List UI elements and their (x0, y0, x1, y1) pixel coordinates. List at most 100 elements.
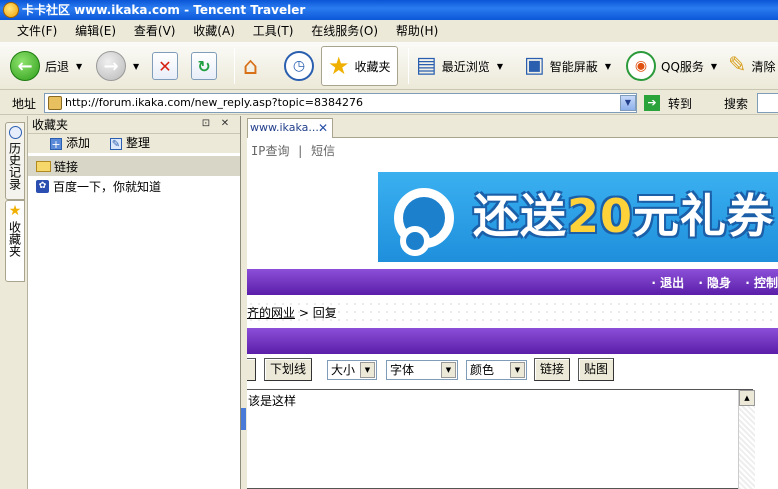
toolbar-separator (234, 48, 235, 84)
tab-history[interactable]: 历史记录 (5, 122, 25, 200)
broom-icon: ✎ (728, 53, 747, 78)
refresh-button[interactable]: ↻ (191, 46, 217, 86)
organize-icon: ✎ (110, 137, 122, 150)
close-tab-icon[interactable]: ✕ (318, 119, 328, 137)
site-favicon-icon (48, 96, 62, 110)
menu-online-services[interactable]: 在线服务(O) (304, 20, 385, 42)
back-button[interactable]: ← 后退 ▼ (10, 46, 82, 86)
forward-arrow-icon: → (96, 51, 126, 81)
invisible-link[interactable]: · 隐身 (698, 276, 731, 290)
address-dropdown-arrow-icon[interactable]: ▼ (620, 95, 636, 111)
tab-favorites[interactable]: ★ 收藏夹 (5, 200, 25, 282)
block-window-icon: ▣ (524, 53, 545, 78)
menu-edit[interactable]: 编辑(E) (68, 20, 123, 42)
splitter-collapse-handle[interactable] (241, 408, 246, 430)
font-dropdown-arrow-icon: ▼ (441, 362, 456, 378)
menu-favorites[interactable]: 收藏(A) (186, 20, 242, 42)
smart-block-button[interactable]: ▣ 智能屏蔽 ▼ (524, 46, 611, 86)
color-dropdown-arrow-icon: ▼ (510, 362, 525, 378)
address-input[interactable]: http://forum.ikaka.com/new_reply.asp?top… (44, 93, 637, 113)
stop-icon: ✕ (152, 52, 178, 80)
clear-traces-button[interactable]: ✎ 清除 (728, 46, 775, 86)
forward-dropdown-arrow-icon[interactable]: ▼ (133, 62, 139, 71)
add-icon: + (50, 137, 62, 151)
qq-dropdown-arrow-icon[interactable]: ▼ (711, 62, 717, 71)
insert-link-button[interactable]: 链接 (534, 358, 571, 381)
reply-section-bar (247, 328, 778, 354)
side-tab-strip: 历史记录 ★ 收藏夹 (0, 116, 28, 489)
recent-browsing-button[interactable]: ▤ 最近浏览 ▼ (416, 46, 503, 86)
menu-tools[interactable]: 工具(T) (246, 20, 301, 42)
breadcrumb-current: 回复 (312, 306, 337, 320)
insert-image-button[interactable]: 贴图 (578, 358, 615, 381)
back-arrow-icon: ← (10, 51, 40, 81)
page-tab[interactable]: www.ikaka.... ✕ (247, 118, 333, 138)
promo-banner[interactable]: 还送20元礼券 (378, 172, 778, 262)
header-links: · 退出 · 隐身 · 控制 (641, 274, 778, 291)
address-bar: 地址 http://forum.ikaka.com/new_reply.asp?… (0, 91, 778, 115)
close-panel-icon[interactable]: ✕ (218, 118, 232, 131)
forward-button[interactable]: → ▼ (96, 46, 139, 86)
breadcrumb-forum-link[interactable]: 齐的网业 (247, 306, 295, 320)
favorites-panel: 收藏夹 ⊡ ✕ + 添加 ✎ 整理 链接 ✿ 百度一下，你就知道 (28, 116, 241, 489)
folder-icon (36, 160, 51, 172)
window-title-bar: 卡卡社区 www.ikaka.com - Tencent Traveler (0, 0, 778, 20)
editor-scrollbar[interactable]: ▲ (738, 390, 755, 489)
page-tab-strip: www.ikaka.... ✕ (247, 116, 778, 138)
font-family-select[interactable]: 字体 ▼ (386, 360, 458, 380)
banner-headline: 还送20元礼券 (473, 189, 775, 243)
underline-button[interactable]: 下划线 (264, 358, 313, 381)
qq-service-button[interactable]: ◉ QQ服务 ▼ (626, 46, 717, 86)
address-label: 地址 (12, 97, 37, 111)
favorites-panel-title: 收藏夹 (32, 118, 69, 132)
favorites-star-icon: ★ (8, 203, 22, 219)
block-dropdown-arrow-icon[interactable]: ▼ (605, 62, 611, 71)
history-clock-icon (8, 126, 22, 139)
toolbar-separator (408, 48, 409, 84)
window-title: 卡卡社区 www.ikaka.com - Tencent Traveler (22, 3, 306, 17)
menu-file[interactable]: 文件(F) (10, 20, 64, 42)
recent-dropdown-arrow-icon[interactable]: ▼ (497, 62, 503, 71)
scroll-up-arrow-icon[interactable]: ▲ (739, 390, 755, 406)
stop-button[interactable]: ✕ (152, 46, 178, 86)
breadcrumb: 齐的网业 > 回复 (247, 300, 778, 326)
go-button[interactable]: 转到 (668, 95, 692, 112)
go-arrow-icon[interactable]: ➔ (644, 95, 660, 111)
reply-textarea[interactable]: 该是这样 (247, 389, 753, 489)
favorites-folder-links[interactable]: 链接 (28, 156, 240, 176)
home-icon: ⌂ (243, 52, 259, 80)
breadcrumb-separator: > (298, 306, 309, 320)
recent-pages-icon: ▤ (416, 53, 437, 78)
baidu-paw-icon: ✿ (36, 179, 49, 193)
site-header-bar: · 退出 · 隐身 · 控制 (247, 269, 778, 295)
favorites-button[interactable]: ★ 收藏夹 (321, 46, 398, 86)
control-panel-link[interactable]: · 控制 (745, 276, 778, 290)
site-top-nav[interactable]: IP查询 | 短信 (251, 142, 335, 159)
menu-bar: 文件(F) 编辑(E) 查看(V) 收藏(A) 工具(T) 在线服务(O) 帮助… (0, 20, 778, 42)
clock-icon: ◷ (284, 51, 314, 81)
favorites-item-baidu[interactable]: ✿ 百度一下，你就知道 (28, 176, 240, 196)
web-content: www.ikaka.... ✕ IP查询 | 短信 还送20元礼券 · 退出 ·… (247, 116, 778, 489)
banner-logo-small-icon (400, 226, 430, 256)
favorites-list: 链接 ✿ 百度一下，你就知道 (28, 153, 240, 196)
home-button[interactable]: ⌂ (243, 46, 258, 86)
menu-view[interactable]: 查看(V) (127, 20, 183, 42)
font-color-select[interactable]: 颜色 ▼ (466, 360, 527, 380)
editor-button-partial[interactable]: ： (247, 358, 256, 381)
favorites-panel-header: 收藏夹 ⊡ ✕ (28, 116, 240, 134)
menu-help[interactable]: 帮助(H) (389, 20, 445, 42)
history-button[interactable]: ◷ (284, 46, 314, 86)
search-input[interactable] (757, 93, 778, 113)
back-dropdown-arrow-icon[interactable]: ▼ (76, 62, 82, 71)
size-dropdown-arrow-icon: ▼ (360, 362, 375, 378)
organize-favorites-button[interactable]: ✎ 整理 (110, 134, 150, 153)
add-favorite-button[interactable]: + 添加 (50, 134, 90, 153)
main-toolbar: ← 后退 ▼ → ▼ ✕ ↻ ⌂ ◷ ★ 收藏夹 ▤ 最近浏览 ▼ ▣ 智能屏蔽… (0, 42, 778, 90)
tencent-traveler-app-icon (3, 2, 19, 18)
star-icon: ★ (328, 52, 350, 80)
font-size-select[interactable]: 大小 ▼ (327, 360, 377, 380)
editor-toolbar: ： 下划线 大小 ▼ 字体 ▼ 颜色 ▼ 链接 贴图 (247, 358, 778, 384)
pin-panel-icon[interactable]: ⊡ (199, 118, 213, 131)
search-label: 搜索 (724, 97, 749, 111)
logout-link[interactable]: · 退出 (651, 276, 684, 290)
